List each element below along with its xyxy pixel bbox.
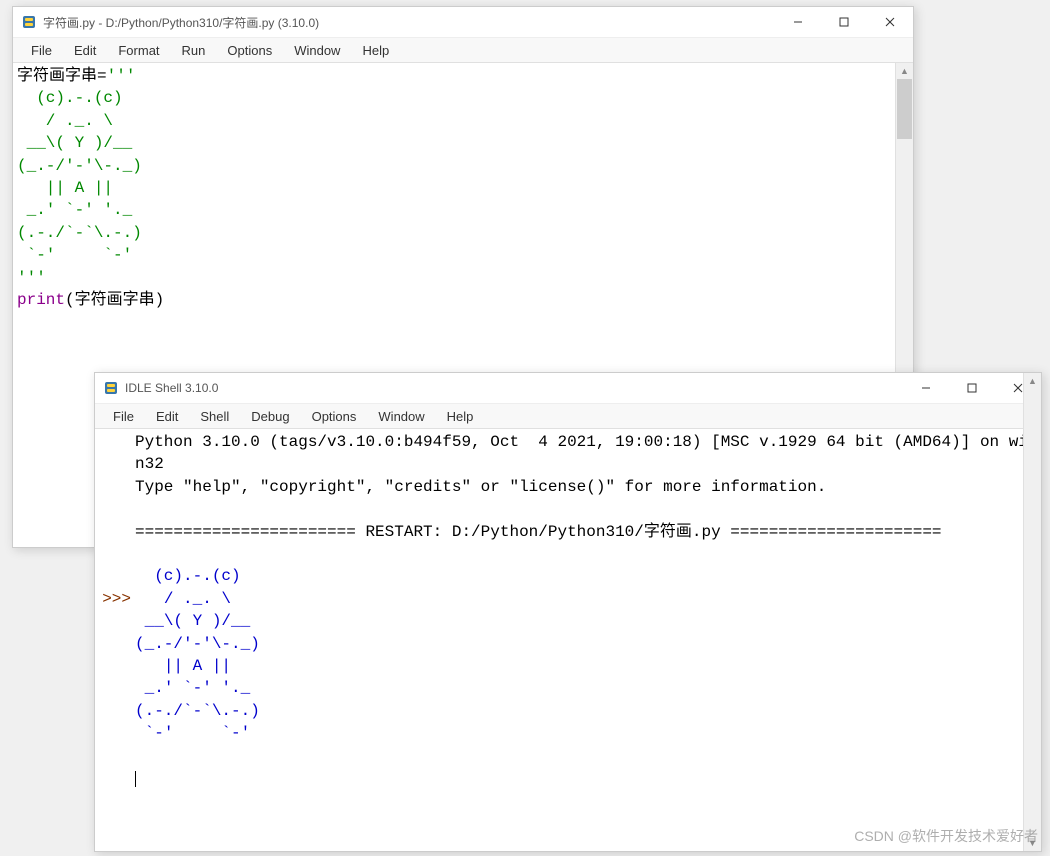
editor-code[interactable]: 字符画字串=''' (c).-.(c) / ._. \ __\( Y )/__ … [13, 63, 913, 313]
print-args: (字符画字串) [65, 291, 164, 309]
blank-gutter [95, 812, 135, 834]
scroll-thumb[interactable] [897, 79, 912, 139]
blank-gutter [95, 722, 135, 744]
maximize-button[interactable] [821, 7, 867, 37]
print-keyword: print [17, 291, 65, 309]
menu-options[interactable]: Options [217, 41, 282, 60]
scroll-up-icon[interactable]: ▲ [896, 63, 913, 79]
shell-ascii-output: (c).-.(c) / ._. \ __\( Y )/__ (_.-/'-'\-… [135, 567, 260, 742]
python-shell-icon [103, 380, 119, 396]
editor-window-controls [775, 7, 913, 37]
menu-file[interactable]: File [103, 407, 144, 426]
shell-window-controls [903, 373, 1041, 403]
shell-gutter: >>> >>> [95, 429, 135, 851]
menu-help[interactable]: Help [352, 41, 399, 60]
maximize-button[interactable] [949, 373, 995, 403]
blank-gutter [95, 633, 135, 655]
blank-gutter [95, 453, 135, 475]
editor-titlebar[interactable]: 字符画.py - D:/Python/Python310/字符画.py (3.1… [13, 7, 913, 38]
shell-output[interactable]: Python 3.10.0 (tags/v3.10.0:b494f59, Oct… [135, 429, 1041, 851]
blank-gutter [95, 677, 135, 699]
shell-window: IDLE Shell 3.10.0 File Edit Shell Debug … [94, 372, 1042, 852]
menu-format[interactable]: Format [108, 41, 169, 60]
scroll-down-icon[interactable]: ▼ [1024, 835, 1041, 851]
shell-title: IDLE Shell 3.10.0 [125, 381, 903, 395]
blank-gutter [95, 498, 135, 520]
shell-scrollbar[interactable]: ▲ ▼ [1023, 429, 1041, 851]
prompt-indicator: >>> [95, 588, 135, 610]
shell-banner2: Type "help", "copyright", "credits" or "… [135, 478, 826, 496]
menu-edit[interactable]: Edit [146, 407, 188, 426]
editor-menubar: File Edit Format Run Options Window Help [13, 38, 913, 63]
shell-banner1: Python 3.10.0 (tags/v3.10.0:b494f59, Oct… [135, 433, 1028, 473]
shell-menubar: File Edit Shell Debug Options Window Hel… [95, 404, 1041, 429]
menu-edit[interactable]: Edit [64, 41, 106, 60]
menu-help[interactable]: Help [437, 407, 484, 426]
string-open: ''' [107, 67, 136, 85]
code-assign: 字符画字串= [17, 67, 107, 85]
menu-options[interactable]: Options [302, 407, 367, 426]
python-file-icon [21, 14, 37, 30]
menu-run[interactable]: Run [172, 41, 216, 60]
menu-debug[interactable]: Debug [241, 407, 299, 426]
menu-file[interactable]: File [21, 41, 62, 60]
menu-shell[interactable]: Shell [190, 407, 239, 426]
blank-gutter [95, 767, 135, 789]
minimize-button[interactable] [903, 373, 949, 403]
string-close: ''' [17, 269, 46, 287]
shell-restart: ======================= RESTART: D:/Pyth… [135, 523, 942, 541]
shell-titlebar[interactable]: IDLE Shell 3.10.0 [95, 373, 1041, 404]
editor-title: 字符画.py - D:/Python/Python310/字符画.py (3.1… [43, 14, 775, 31]
shell-text-area[interactable]: >>> >>> Python 3.10.0 (tags/v3.10.0:b494… [95, 429, 1041, 851]
minimize-button[interactable] [775, 7, 821, 37]
text-cursor [135, 771, 136, 787]
menu-window[interactable]: Window [284, 41, 350, 60]
ascii-art-string: (c).-.(c) / ._. \ __\( Y )/__ (_.-/'-'\-… [17, 89, 142, 264]
close-button[interactable] [867, 7, 913, 37]
menu-window[interactable]: Window [368, 407, 434, 426]
blank-gutter [95, 543, 135, 565]
